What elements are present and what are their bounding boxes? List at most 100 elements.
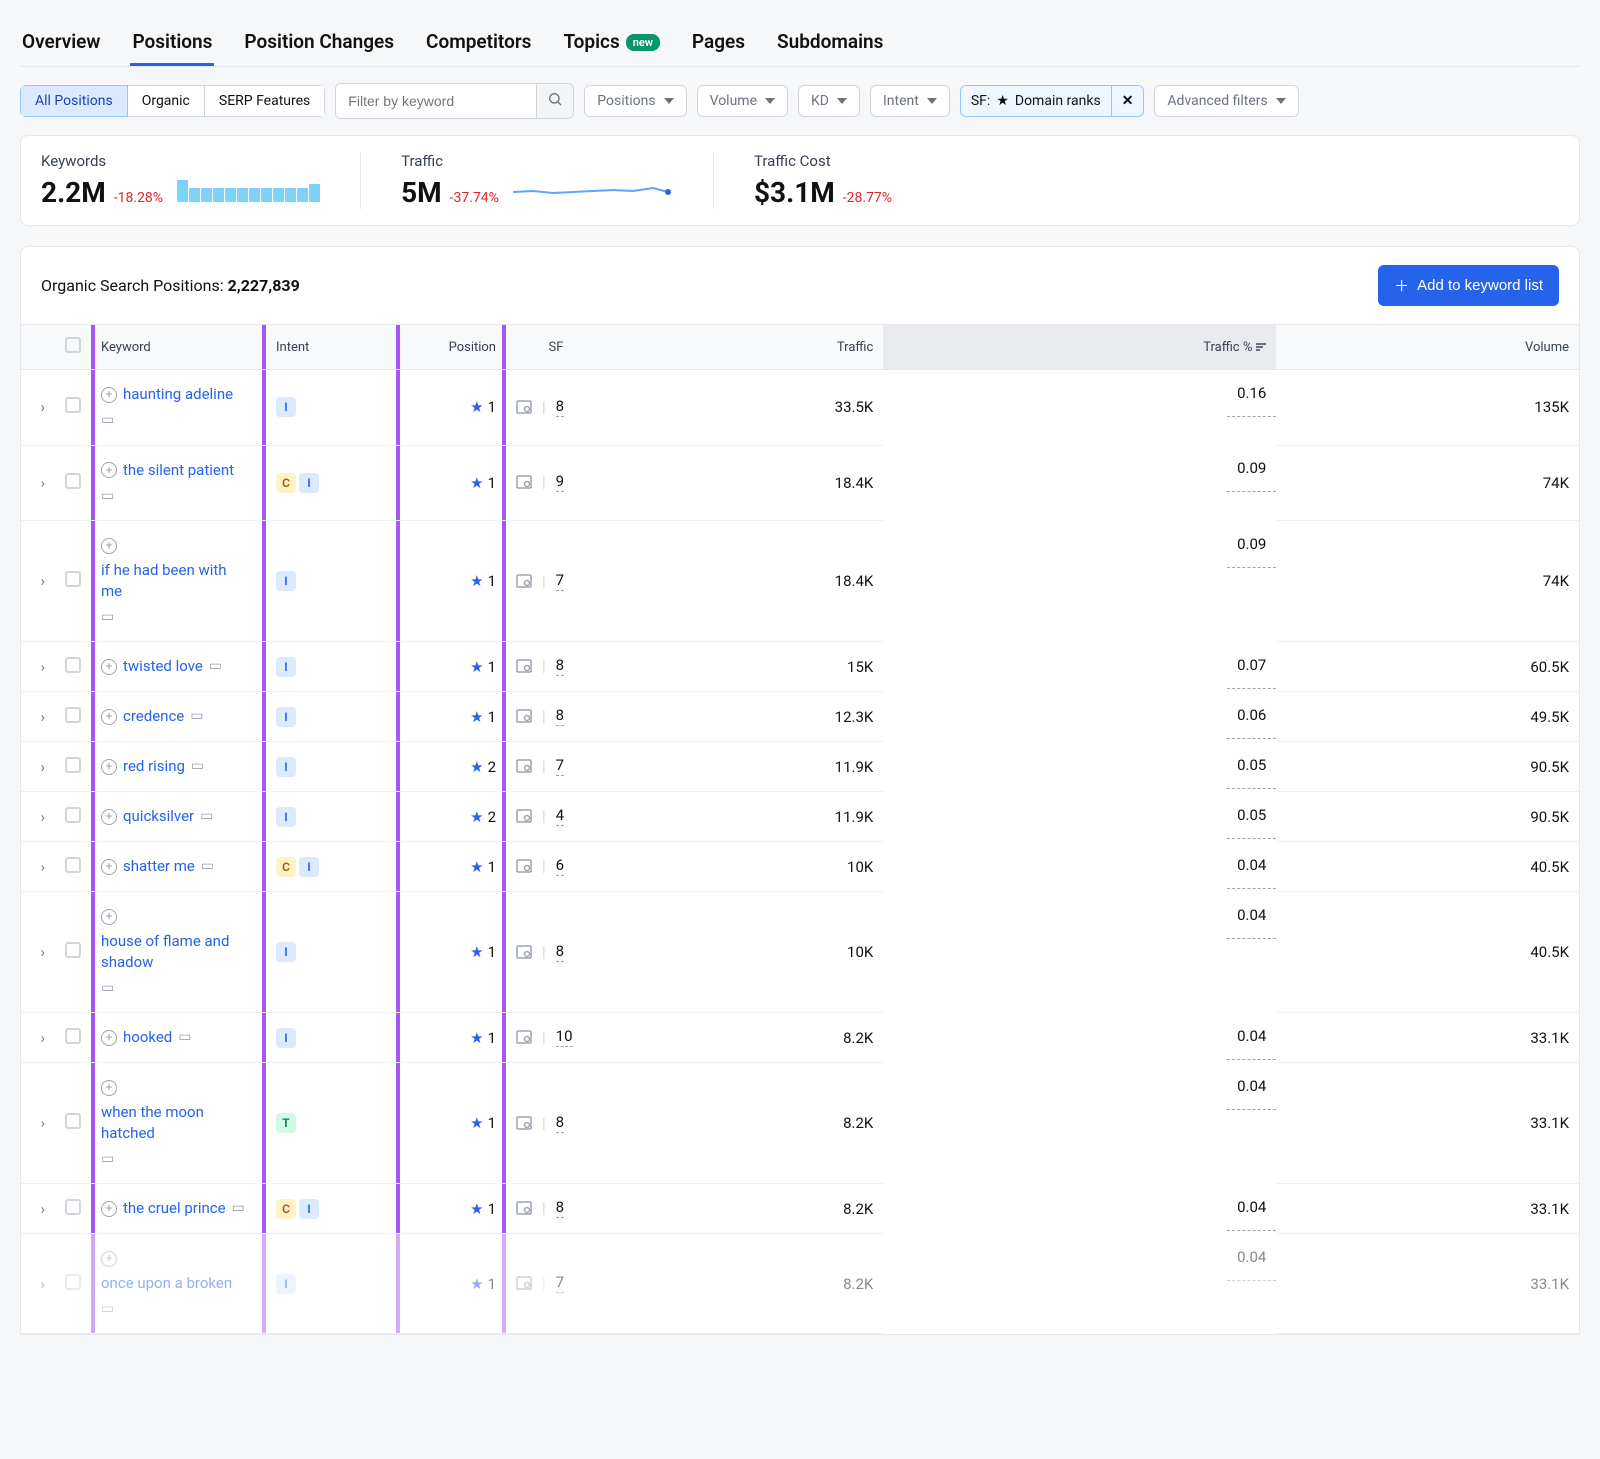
add-icon[interactable]: + <box>101 709 117 725</box>
add-icon[interactable]: + <box>101 1080 117 1096</box>
row-checkbox[interactable] <box>65 657 81 673</box>
expand-icon[interactable]: › <box>40 1029 45 1047</box>
row-checkbox[interactable] <box>65 857 81 873</box>
tab-position-changes[interactable]: Position Changes <box>242 20 396 66</box>
filter-intent[interactable]: Intent <box>870 85 950 117</box>
keyword-link[interactable]: +house of flame and shadow ▭ <box>101 909 251 999</box>
add-icon[interactable]: + <box>101 387 117 403</box>
expand-icon[interactable]: › <box>40 708 45 726</box>
add-icon[interactable]: + <box>101 659 117 675</box>
sf-cell[interactable]: |8 <box>516 706 564 726</box>
col-keyword[interactable]: Keyword <box>91 325 266 370</box>
sf-cell[interactable]: |7 <box>516 571 564 591</box>
serp-icon[interactable]: ▭ <box>190 707 203 727</box>
add-icon[interactable]: + <box>101 462 117 478</box>
expand-icon[interactable]: › <box>40 398 45 416</box>
expand-icon[interactable]: › <box>40 943 45 961</box>
sf-cell[interactable]: |7 <box>516 1273 564 1293</box>
row-checkbox[interactable] <box>65 473 81 489</box>
keyword-link[interactable]: +if he had been with me ▭ <box>101 538 251 628</box>
col-sf[interactable]: SF <box>506 325 606 370</box>
row-checkbox[interactable] <box>65 807 81 823</box>
serp-icon[interactable]: ▭ <box>200 807 213 827</box>
serp-icon[interactable]: ▭ <box>209 657 222 677</box>
sf-cell[interactable]: |9 <box>516 472 564 492</box>
keyword-link[interactable]: +twisted love ▭ <box>101 656 222 677</box>
col-volume[interactable]: Volume <box>1276 325 1579 370</box>
serp-icon[interactable]: ▭ <box>101 979 114 999</box>
row-checkbox[interactable] <box>65 942 81 958</box>
sf-cell[interactable]: |8 <box>516 1113 564 1133</box>
keyword-link[interactable]: +credence ▭ <box>101 706 204 727</box>
expand-icon[interactable]: › <box>40 758 45 776</box>
expand-icon[interactable]: › <box>40 572 45 590</box>
sf-cell[interactable]: |10 <box>516 1027 573 1047</box>
advanced-filters[interactable]: Advanced filters <box>1154 85 1298 117</box>
keyword-link[interactable]: +once upon a broken ▭ <box>101 1251 251 1320</box>
tab-overview[interactable]: Overview <box>20 20 102 66</box>
col-traffic[interactable]: Traffic <box>606 325 883 370</box>
expand-icon[interactable]: › <box>40 658 45 676</box>
filter-kd[interactable]: KD <box>798 85 860 117</box>
segment-all-positions[interactable]: All Positions <box>20 85 128 117</box>
col-intent[interactable]: Intent <box>266 325 396 370</box>
search-icon[interactable] <box>536 84 573 118</box>
tab-topics[interactable]: Topicsnew <box>561 20 661 66</box>
expand-icon[interactable]: › <box>40 1114 45 1132</box>
sf-cell[interactable]: |6 <box>516 856 564 876</box>
row-checkbox[interactable] <box>65 757 81 773</box>
tab-competitors[interactable]: Competitors <box>424 20 533 66</box>
sf-cell[interactable]: |4 <box>516 806 564 826</box>
serp-icon[interactable]: ▭ <box>191 757 204 777</box>
filter-volume[interactable]: Volume <box>697 85 788 117</box>
serp-icon[interactable]: ▭ <box>101 411 114 431</box>
serp-icon[interactable]: ▭ <box>101 487 114 507</box>
expand-icon[interactable]: › <box>40 1275 45 1293</box>
tab-subdomains[interactable]: Subdomains <box>775 20 885 66</box>
sf-cell[interactable]: |7 <box>516 756 564 776</box>
keyword-link[interactable]: +the silent patient ▭ <box>101 460 251 507</box>
tab-pages[interactable]: Pages <box>690 20 747 66</box>
keyword-link[interactable]: +hooked ▭ <box>101 1027 191 1048</box>
keyword-link[interactable]: +shatter me ▭ <box>101 856 214 877</box>
col-traffic-pct[interactable]: Traffic % <box>883 325 1276 370</box>
serp-icon[interactable]: ▭ <box>232 1199 245 1219</box>
keyword-link[interactable]: +red rising ▭ <box>101 756 204 777</box>
row-checkbox[interactable] <box>65 1113 81 1129</box>
add-icon[interactable]: + <box>101 538 117 554</box>
serp-icon[interactable]: ▭ <box>201 857 214 877</box>
segment-organic[interactable]: Organic <box>128 85 205 117</box>
row-checkbox[interactable] <box>65 571 81 587</box>
select-all-checkbox[interactable] <box>65 337 81 353</box>
filter-positions[interactable]: Positions <box>584 85 686 117</box>
serp-icon[interactable]: ▭ <box>101 1150 114 1170</box>
expand-icon[interactable]: › <box>40 1200 45 1218</box>
sf-cell[interactable]: |8 <box>516 397 564 417</box>
keyword-link[interactable]: +the cruel prince ▭ <box>101 1198 245 1219</box>
sf-cell[interactable]: |8 <box>516 1198 564 1218</box>
row-checkbox[interactable] <box>65 1028 81 1044</box>
col-position[interactable]: Position <box>396 325 506 370</box>
add-icon[interactable]: + <box>101 759 117 775</box>
row-checkbox[interactable] <box>65 1274 81 1290</box>
expand-icon[interactable]: › <box>40 808 45 826</box>
row-checkbox[interactable] <box>65 397 81 413</box>
serp-icon[interactable]: ▭ <box>178 1028 191 1048</box>
sf-cell[interactable]: |8 <box>516 656 564 676</box>
add-icon[interactable]: + <box>101 859 117 875</box>
add-to-keyword-list-button[interactable]: ＋Add to keyword list <box>1378 265 1559 306</box>
add-icon[interactable]: + <box>101 1030 117 1046</box>
add-icon[interactable]: + <box>101 909 117 925</box>
serp-icon[interactable]: ▭ <box>101 1300 114 1320</box>
keyword-link[interactable]: +quicksilver ▭ <box>101 806 213 827</box>
row-checkbox[interactable] <box>65 1199 81 1215</box>
expand-icon[interactable]: › <box>40 474 45 492</box>
filter-input[interactable] <box>336 84 536 118</box>
serp-icon[interactable]: ▭ <box>101 608 114 628</box>
expand-icon[interactable]: › <box>40 858 45 876</box>
add-icon[interactable]: + <box>101 1251 117 1267</box>
segment-serp-features[interactable]: SERP Features <box>205 85 325 117</box>
add-icon[interactable]: + <box>101 1201 117 1217</box>
row-checkbox[interactable] <box>65 707 81 723</box>
keyword-link[interactable]: +when the moon hatched ▭ <box>101 1080 251 1170</box>
